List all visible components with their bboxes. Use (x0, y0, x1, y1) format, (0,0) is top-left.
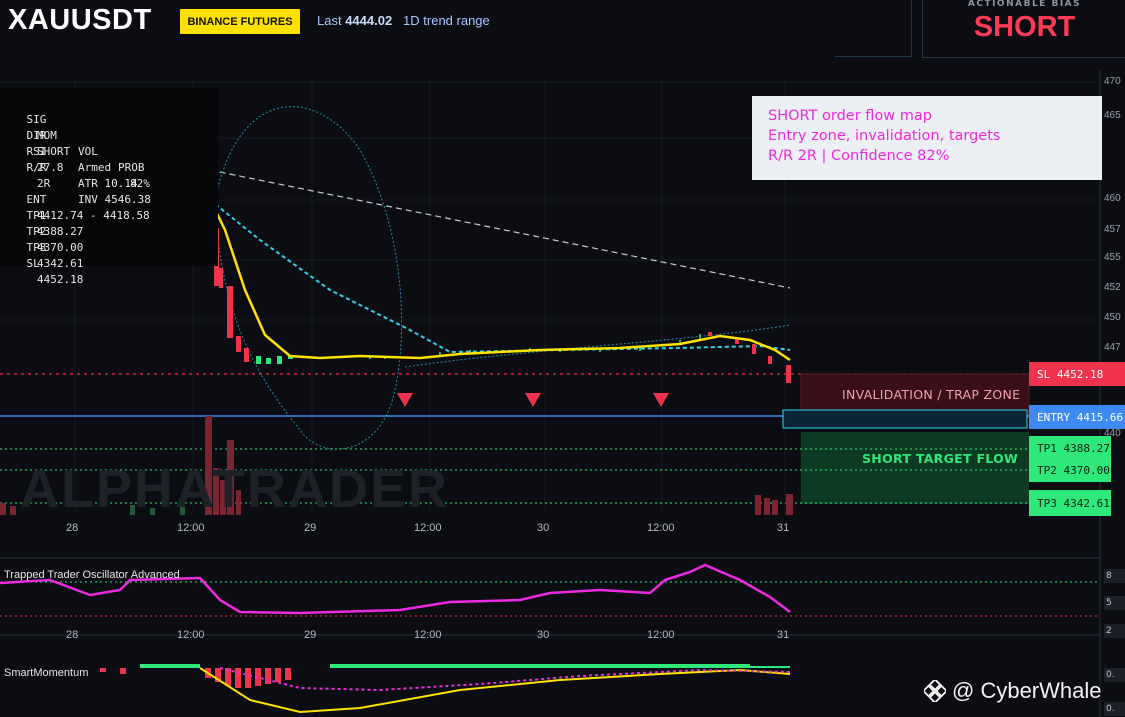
y-axis-label: 450 (1104, 312, 1121, 323)
sl-price-tag[interactable]: SL 4452.18 (1029, 362, 1125, 386)
x-axis-tick: 28 (66, 629, 79, 641)
sell-signal-icon (397, 393, 413, 407)
diamond-logo-icon (924, 680, 946, 702)
target-zone (801, 432, 1029, 504)
watermark: ALPHATRADER (20, 459, 449, 519)
y-axis-label: 452 (1104, 282, 1121, 293)
entry-zone (782, 409, 1028, 429)
sell-signal-icon (653, 393, 669, 407)
stats-row: SL 4452.18 (0, 240, 84, 304)
chart-header: XAUUSDT BINANCE FUTURES Last 4444.02 1D … (0, 0, 1125, 60)
trend-line (199, 167, 791, 289)
stats-cell: PROB (118, 161, 145, 174)
x-axis-tick: 12:00 (647, 629, 675, 641)
stats-panel: SIG MOM VOL PROB DIR SHORT Armed 82% RSI… (0, 88, 218, 286)
oscillator-scale-label: 5 (1104, 596, 1125, 610)
x-axis-tick: 30 (537, 629, 550, 641)
stats-cell: Armed (78, 161, 112, 174)
target-zone-label: SHORT TARGET FLOW (862, 451, 1019, 466)
y-axis-label: 465 (1104, 110, 1121, 121)
last-label: Last (317, 13, 342, 28)
header-divider-box (835, 0, 912, 57)
x-axis-tick: 28 (66, 522, 79, 534)
note-line: R/R 2R | Confidence 82% (768, 148, 950, 164)
stats-cell: ATR 10.14 (78, 177, 138, 190)
last-price-info: Last 4444.02 1D trend range (317, 13, 490, 28)
momentum-scale-label: 0. (1104, 668, 1125, 682)
y-axis-label: 460 (1104, 193, 1121, 204)
credit-text: @ CyberWhale (952, 678, 1102, 703)
stats-cell: 4342.61 (37, 257, 84, 270)
x-axis-tick: 31 (777, 522, 790, 534)
x-axis-tick: 30 (537, 522, 550, 534)
order-flow-note: SHORT order flow map Entry zone, invalid… (752, 96, 1102, 180)
note-line: Entry zone, invalidation, targets (768, 128, 1001, 144)
oscillator-title[interactable]: Trapped Trader Oscillator Advanced (4, 569, 180, 581)
cyan-ma-line (209, 199, 791, 354)
symbol-title[interactable]: XAUUSDT (8, 4, 152, 37)
x-axis-tick: 12:00 (647, 522, 675, 534)
x-axis-tick: 12:00 (414, 629, 442, 641)
x-axis-tick: 29 (304, 522, 317, 534)
tp3-price-tag[interactable]: TP3 4342.61 (1029, 490, 1111, 516)
sell-signal-icon (525, 393, 541, 407)
tp1-price-tag[interactable]: TP1 4388.27 (1029, 436, 1111, 460)
entry-price-tag[interactable]: ENTRY 4415.66 (1029, 405, 1125, 429)
x-axis-tick: 12:00 (177, 522, 205, 534)
trap-zone-label: INVALIDATION / TRAP ZONE (842, 387, 1021, 402)
x-axis-tick: 12:00 (177, 629, 205, 641)
stats-cell: SL (26, 257, 40, 270)
stats-cell: R/R (26, 161, 47, 174)
last-price: 4444.02 (345, 13, 393, 28)
bias-box: ACTIONABLE BIAS SHORT (922, 0, 1125, 58)
trend-range-label: 1D trend range (403, 13, 490, 28)
bias-label: ACTIONABLE BIAS (967, 0, 1082, 9)
stats-cell: 4452.18 (37, 273, 84, 286)
stats-cell: INV 4546.38 (78, 193, 151, 206)
exchange-badge: BINANCE FUTURES (180, 9, 300, 34)
momentum-title[interactable]: SmartMomentum (4, 667, 88, 679)
y-axis-label: 447 (1104, 342, 1121, 353)
x-axis-tick: 12:00 (414, 522, 442, 534)
note-line: SHORT order flow map (768, 108, 932, 124)
tp2-price-tag[interactable]: TP2 4370.00 (1029, 458, 1111, 482)
y-axis-label: 457 (1104, 224, 1121, 235)
x-axis-tick: 31 (777, 629, 790, 641)
bias-value: SHORT (973, 11, 1076, 43)
oscillator-scale-label: 8 (1104, 569, 1125, 583)
x-axis-tick: 29 (304, 629, 317, 641)
momentum-scale-label: 0. (1104, 702, 1125, 716)
volatility-band (214, 106, 403, 450)
stats-cell: VOL (78, 145, 98, 158)
stats-cell: 4412.74 - 4418.58 (37, 209, 150, 222)
oscillator-scale-label: 2 (1104, 624, 1125, 638)
y-axis-label: 455 (1104, 252, 1121, 263)
author-credit: @ CyberWhale (924, 678, 1102, 704)
y-axis-label: 470 (1104, 76, 1121, 87)
